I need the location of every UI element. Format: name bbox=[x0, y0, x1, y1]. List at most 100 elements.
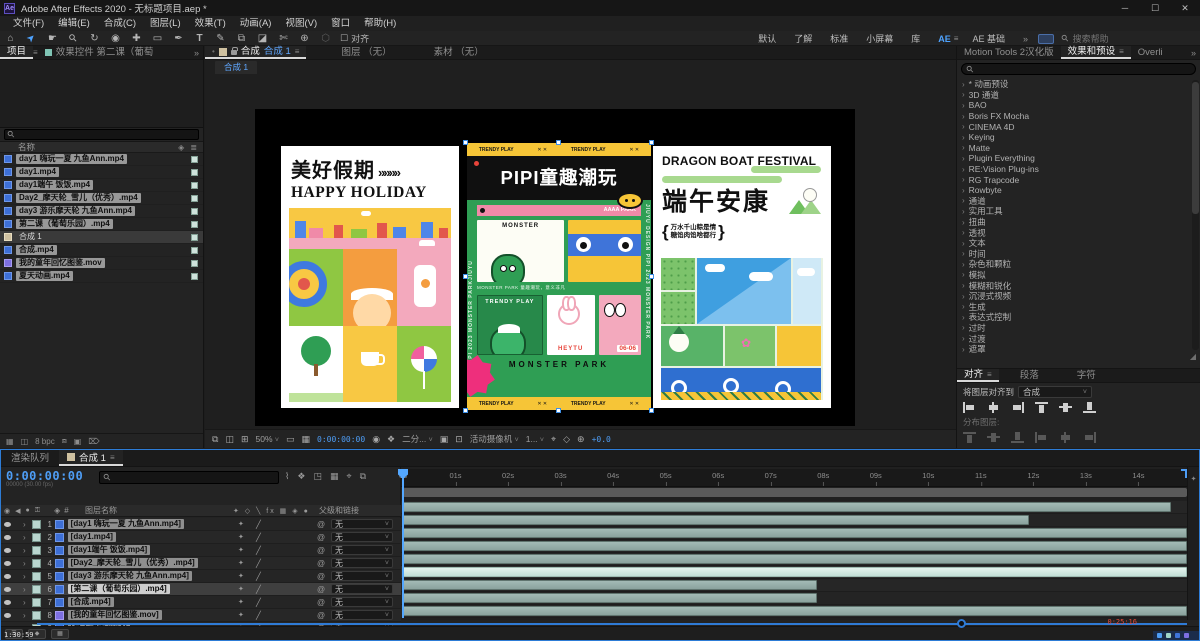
chevron-right-icon[interactable]: › bbox=[962, 122, 965, 131]
eye-icon[interactable] bbox=[4, 599, 11, 605]
home-icon[interactable]: ⌂ bbox=[0, 31, 21, 46]
effects-category-row[interactable]: › Boris FX Mocha bbox=[957, 111, 1193, 122]
expand-in-out-toggle[interactable]: ▦ bbox=[51, 628, 69, 639]
tab-composition[interactable]: • 合成 合成 1 ≡ bbox=[205, 45, 307, 59]
chevron-right-icon[interactable]: › bbox=[962, 345, 965, 354]
playhead[interactable] bbox=[398, 469, 408, 618]
expand-chevron-icon[interactable]: › bbox=[23, 572, 26, 581]
selection-handle[interactable] bbox=[556, 408, 561, 413]
chevron-right-icon[interactable]: › bbox=[962, 207, 965, 216]
maximize-button[interactable]: ☐ bbox=[1140, 0, 1170, 16]
type-tool-icon[interactable]: T bbox=[189, 31, 210, 46]
pickwhip-icon[interactable]: @ bbox=[317, 546, 325, 555]
tab-timeline-comp[interactable]: 合成 1 ≡ bbox=[59, 450, 123, 466]
chevron-right-icon[interactable]: › bbox=[962, 90, 965, 99]
zoom-scrollbar-knob[interactable] bbox=[957, 619, 966, 628]
distribute-center-vertical-button[interactable] bbox=[987, 432, 1000, 443]
chevron-right-icon[interactable]: › bbox=[962, 218, 965, 227]
3d-view-icon[interactable]: ◇ bbox=[563, 434, 570, 445]
effects-category-row[interactable]: › Plugin Everything bbox=[957, 153, 1193, 164]
layer-duration-bar[interactable] bbox=[403, 541, 1187, 551]
timeline-right-scroll-column[interactable]: ◆✦ bbox=[1187, 467, 1199, 620]
menu-item[interactable]: 视图(V) bbox=[278, 16, 324, 31]
project-item-row[interactable]: day1 嗨玩一夏 九鱼Ann.mp4 bbox=[0, 153, 203, 166]
distribute-top-button[interactable] bbox=[963, 432, 976, 443]
viewer-current-time[interactable]: 0:00:00:00 bbox=[317, 435, 365, 444]
layer-row[interactable]: › 7 [合成.mp4] ✦ ╱ @ 无 ˅ bbox=[1, 596, 401, 609]
expand-chevron-icon[interactable]: › bbox=[23, 559, 26, 568]
roto-brush-tool-icon[interactable]: ✄ bbox=[273, 31, 294, 46]
clone-stamp-tool-icon[interactable]: ⧉ bbox=[231, 31, 252, 46]
tab-footage[interactable]: 素材 （无） bbox=[427, 46, 491, 59]
parent-dropdown[interactable]: 无˅ bbox=[331, 597, 393, 607]
chevron-right-icon[interactable]: › bbox=[962, 165, 965, 174]
selection-handle[interactable] bbox=[649, 408, 654, 413]
eye-icon[interactable] bbox=[4, 612, 11, 618]
quality-switch-icon[interactable]: ╱ bbox=[256, 598, 261, 607]
tab-effect-controls[interactable]: 效果控件 第二课（葡萄 bbox=[38, 46, 161, 59]
pickwhip-icon[interactable]: @ bbox=[317, 559, 325, 568]
eraser-tool-icon[interactable]: ◪ bbox=[252, 31, 273, 46]
item-checkbox[interactable] bbox=[191, 220, 198, 228]
menu-item[interactable]: 帮助(H) bbox=[357, 16, 403, 31]
parent-dropdown[interactable]: 无˅ bbox=[331, 571, 393, 581]
effects-category-row[interactable]: › Matte bbox=[957, 143, 1193, 154]
chevron-right-icon[interactable]: › bbox=[962, 292, 965, 301]
panel-menu-icon[interactable]: ≡ bbox=[987, 368, 992, 382]
layer-color-chip[interactable] bbox=[31, 584, 41, 594]
comp-mini-flowchart-icon[interactable]: ⌇ bbox=[285, 471, 289, 482]
effects-search-input[interactable]: ⚲ bbox=[961, 63, 1196, 75]
motion-blur-icon[interactable]: ⌖ bbox=[347, 471, 352, 482]
project-item-row[interactable]: 夏天动画.mp4 bbox=[0, 270, 203, 283]
work-area-bar[interactable] bbox=[403, 488, 1187, 497]
layer-color-chip[interactable] bbox=[31, 519, 41, 529]
effects-category-row[interactable]: › 透视 bbox=[957, 227, 1193, 238]
chevron-right-icon[interactable]: › bbox=[962, 143, 965, 152]
camera-dropdown[interactable]: 活动摄像机 ˅ bbox=[470, 433, 519, 445]
item-checkbox[interactable] bbox=[191, 181, 198, 189]
goto-time-icon[interactable]: ⌖ bbox=[551, 434, 556, 445]
poster-monster-park[interactable]: TRENDY PLAY ✕ ✕ TRENDY PLAY ✕ ✕ PIPI童趣潮玩 DE… bbox=[467, 143, 651, 410]
tab-overflow-chevron[interactable]: » bbox=[1191, 46, 1200, 59]
always-preview-icon[interactable]: ⧉ bbox=[212, 434, 218, 445]
layer-duration-bar[interactable] bbox=[403, 580, 817, 590]
layer-color-chip[interactable] bbox=[31, 532, 41, 542]
new-comp-icon[interactable]: ▣ bbox=[74, 437, 82, 446]
expand-chevron-icon[interactable]: › bbox=[23, 533, 26, 542]
quality-switch-icon[interactable]: ╱ bbox=[256, 585, 261, 594]
panel-menu-icon[interactable]: ≡ bbox=[295, 45, 300, 59]
parent-dropdown[interactable]: 无˅ bbox=[331, 532, 393, 542]
layer-name-column-header[interactable]: 图层名称 bbox=[85, 505, 117, 516]
menu-item[interactable]: 文件(F) bbox=[6, 16, 51, 31]
quality-switch-icon[interactable]: ╱ bbox=[256, 546, 261, 555]
workspace-tab[interactable]: 默认 bbox=[758, 32, 776, 45]
effects-category-row[interactable]: › 表达式控制 bbox=[957, 312, 1193, 323]
resolution-dropdown[interactable]: 二分... ˅ bbox=[402, 433, 433, 445]
shy-switch-icon[interactable]: ✦ bbox=[238, 572, 244, 580]
pickwhip-icon[interactable]: @ bbox=[317, 611, 325, 620]
item-checkbox[interactable] bbox=[191, 233, 198, 241]
tab-overlay[interactable]: Overli bbox=[1131, 46, 1170, 59]
parent-dropdown[interactable]: 无˅ bbox=[331, 519, 393, 529]
align-to-dropdown[interactable]: 合成 ˅ bbox=[1018, 386, 1093, 398]
shy-switch-icon[interactable]: ✦ bbox=[238, 559, 244, 567]
expand-chevron-icon[interactable]: › bbox=[23, 598, 26, 607]
channels-icon[interactable]: ❖ bbox=[387, 434, 395, 445]
item-checkbox[interactable] bbox=[191, 168, 198, 176]
scrollbar-thumb[interactable] bbox=[1192, 82, 1199, 214]
chevron-right-icon[interactable]: › bbox=[962, 196, 965, 205]
expand-chevron-icon[interactable]: › bbox=[23, 520, 26, 529]
tab-overflow-chevron[interactable]: » bbox=[194, 46, 203, 59]
distribute-center-horizontal-button[interactable] bbox=[1059, 432, 1072, 443]
workspace-tab[interactable]: 了解 bbox=[794, 32, 812, 45]
parent-dropdown[interactable]: 无˅ bbox=[331, 545, 393, 555]
project-item-row[interactable]: day3 游乐摩天轮 九鱼Ann.mp4 bbox=[0, 205, 203, 218]
workspace-overflow-chevron[interactable]: » bbox=[1023, 34, 1028, 44]
eye-icon[interactable] bbox=[4, 560, 11, 566]
pickwhip-icon[interactable]: @ bbox=[317, 533, 325, 542]
workspace-switch-icon[interactable] bbox=[1038, 33, 1054, 44]
workspace-tab-ae[interactable]: AE bbox=[938, 34, 951, 44]
effects-category-row[interactable]: › RG Trapcode bbox=[957, 174, 1193, 185]
tab-render-queue[interactable]: 渲染队列 bbox=[1, 450, 59, 466]
eye-icon[interactable] bbox=[4, 586, 11, 592]
